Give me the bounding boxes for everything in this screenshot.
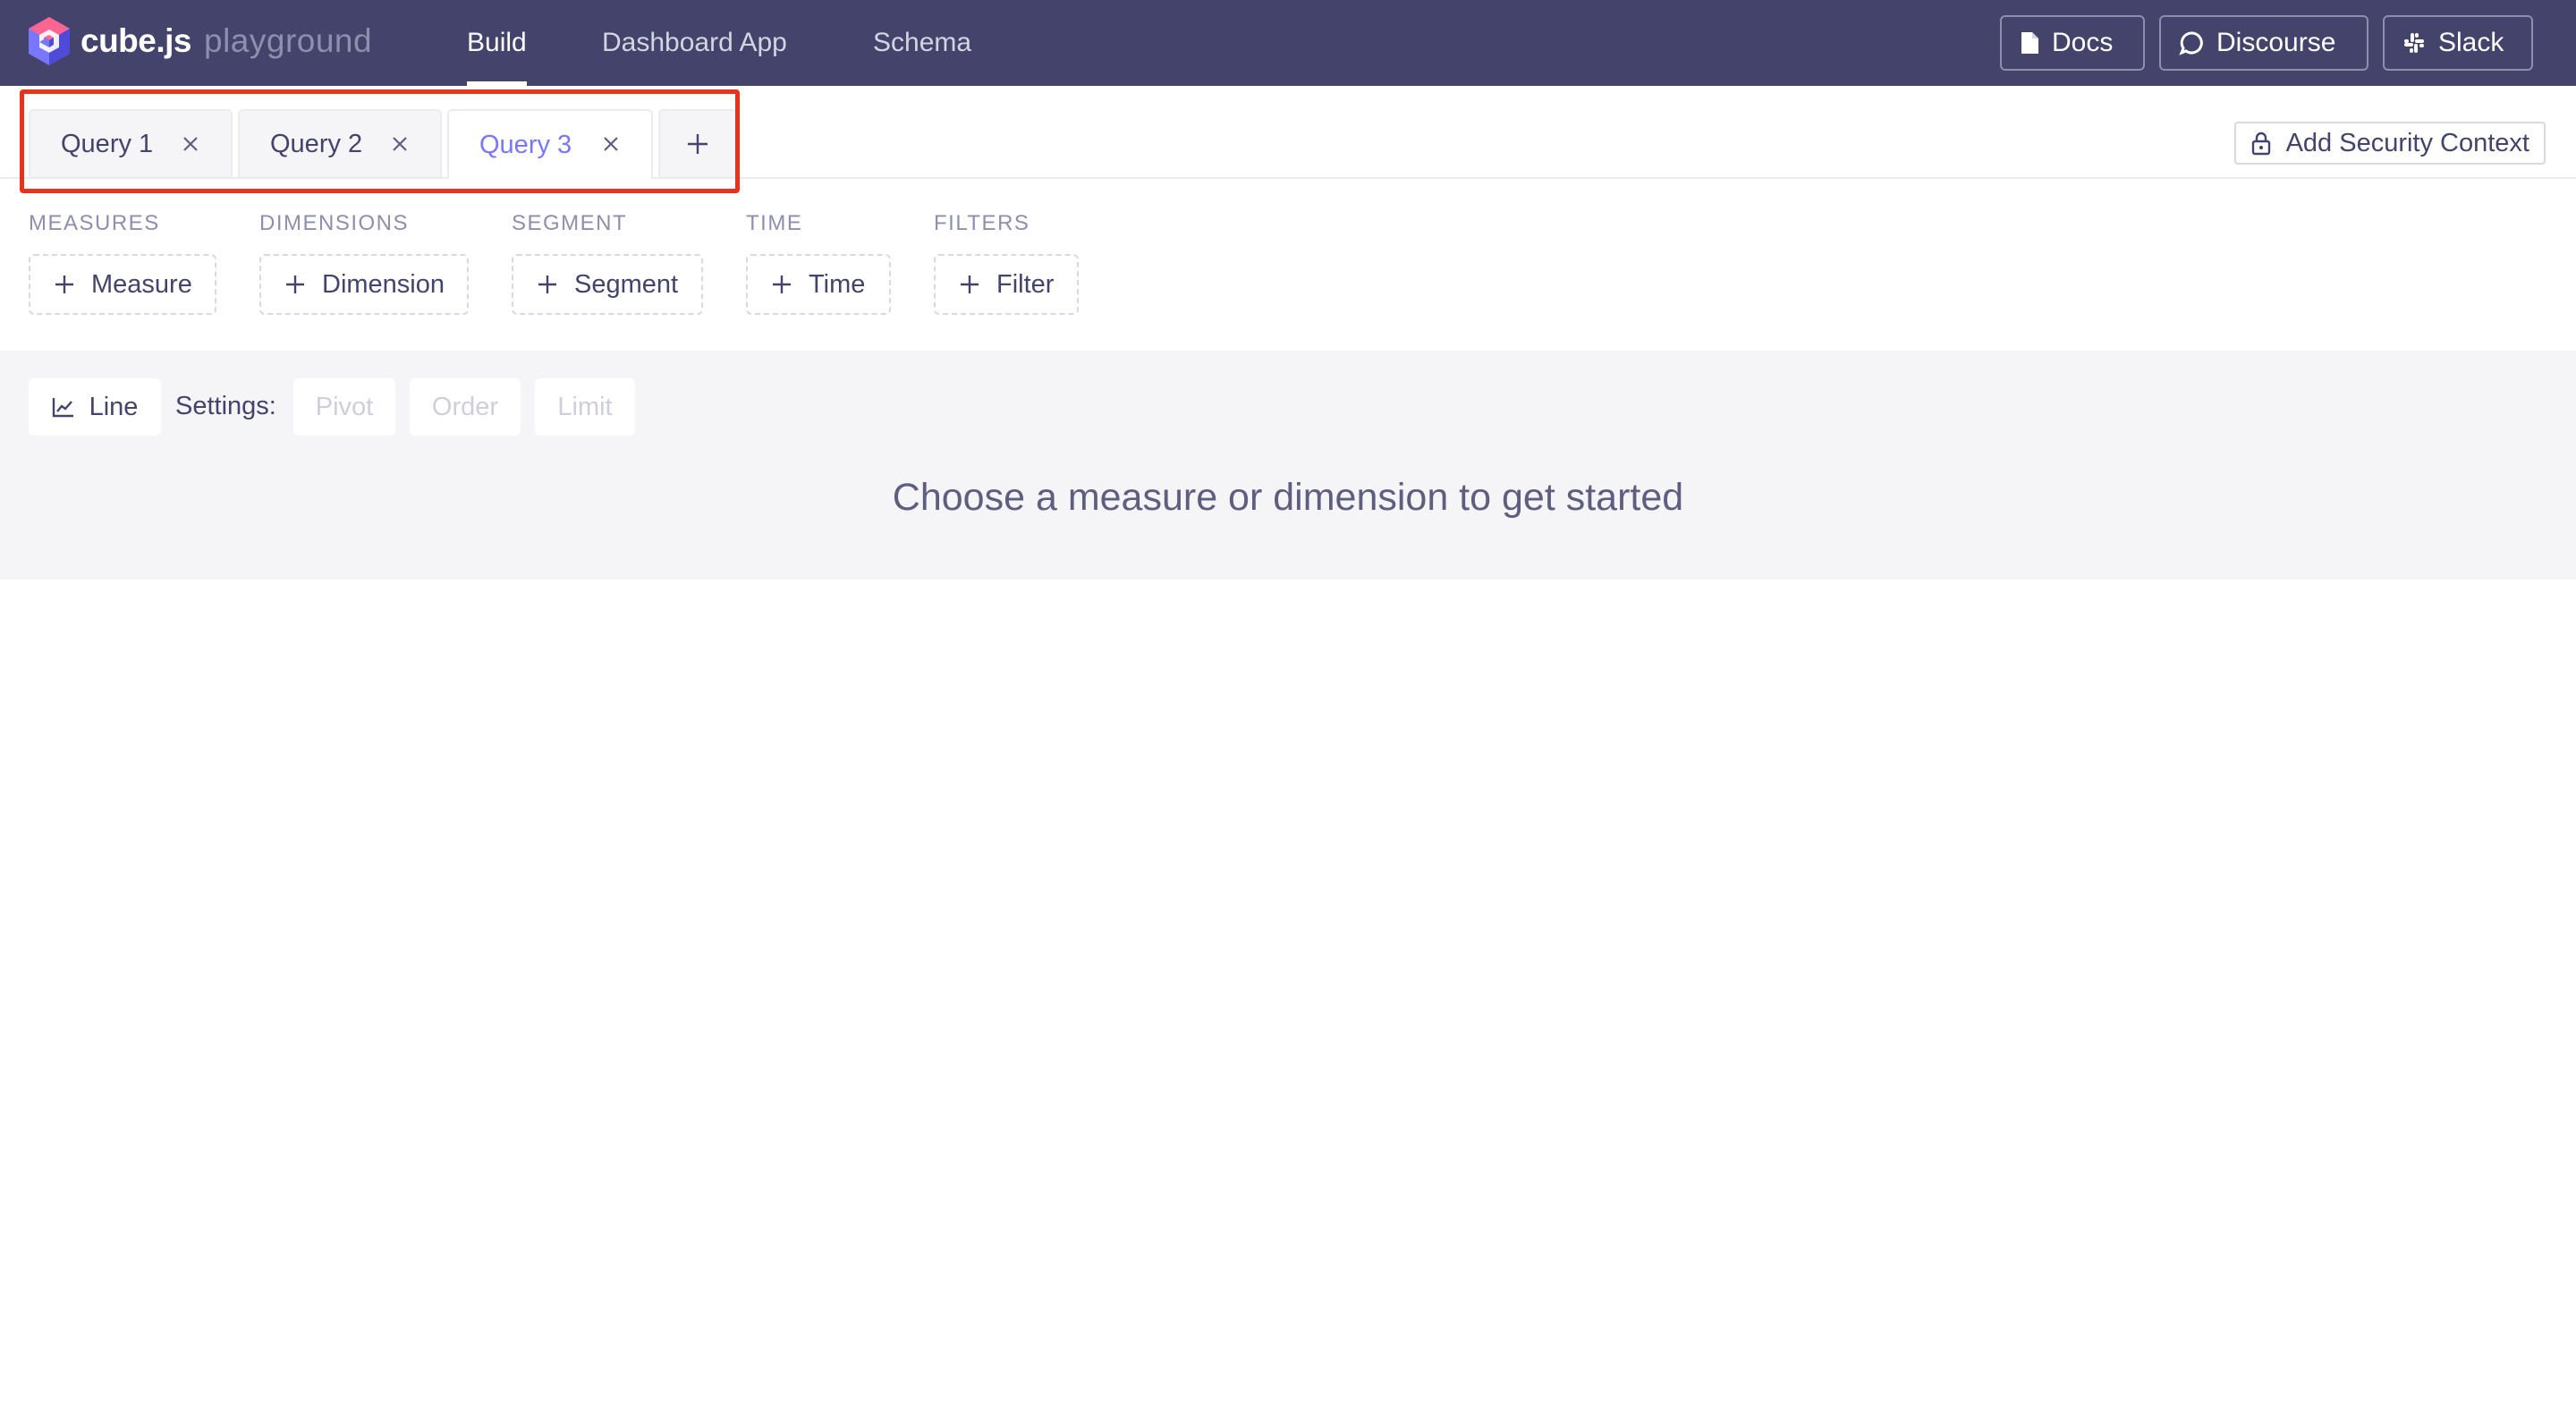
nav-tab-build[interactable]: Build <box>467 0 527 86</box>
segment-label: SEGMENT <box>512 211 628 235</box>
empty-state-message: Choose a measure or dimension to get sta… <box>892 476 1684 519</box>
add-measure-button[interactable]: Measure <box>29 254 216 315</box>
time-label: TIME <box>746 211 803 235</box>
add-filter-button[interactable]: Filter <box>934 254 1079 315</box>
slack-button[interactable]: Slack <box>2383 15 2533 71</box>
line-chart-icon <box>52 398 73 418</box>
chat-bubble-icon <box>2179 31 2203 55</box>
plus-icon <box>773 275 791 293</box>
plus-icon <box>286 275 304 293</box>
order-button[interactable]: Order <box>410 378 521 436</box>
discourse-button[interactable]: Discourse <box>2159 15 2368 71</box>
settings-label: Settings: <box>175 392 276 420</box>
lock-icon <box>2251 131 2270 156</box>
slack-icon <box>2404 33 2424 53</box>
document-icon <box>2021 32 2038 54</box>
limit-button[interactable]: Limit <box>535 378 635 436</box>
nav-tab-dashboard-app[interactable]: Dashboard App <box>602 0 787 86</box>
plus-icon <box>55 275 73 293</box>
app-logo[interactable]: cube.js playground <box>27 14 372 68</box>
add-dimension-button[interactable]: Dimension <box>259 254 469 315</box>
filters-label: FILTERS <box>934 211 1030 235</box>
plus-icon <box>538 275 556 293</box>
add-time-button[interactable]: Time <box>746 254 891 315</box>
add-segment-button[interactable]: Segment <box>512 254 703 315</box>
measures-label: MEASURES <box>29 211 160 235</box>
pivot-button[interactable]: Pivot <box>293 378 395 436</box>
plus-icon <box>961 275 979 293</box>
top-navigation-bar: cube.js playground Build Dashboard App S… <box>0 0 2576 86</box>
nav-tab-schema[interactable]: Schema <box>873 0 971 86</box>
dimensions-label: DIMENSIONS <box>259 211 410 235</box>
docs-button[interactable]: Docs <box>2000 15 2145 71</box>
cube-logo-icon <box>29 17 70 65</box>
brand-name: cube.js <box>80 22 192 59</box>
tabs-highlight-box <box>20 89 740 193</box>
brand-subtitle: playground <box>204 22 373 59</box>
add-security-context-button[interactable]: Add Security Context <box>2233 122 2546 165</box>
nav-tab-label: Dashboard App <box>602 28 787 57</box>
nav-tab-label: Schema <box>873 28 972 57</box>
nav-tab-label: Build <box>467 28 527 57</box>
chart-type-selector[interactable]: Line <box>29 378 161 436</box>
